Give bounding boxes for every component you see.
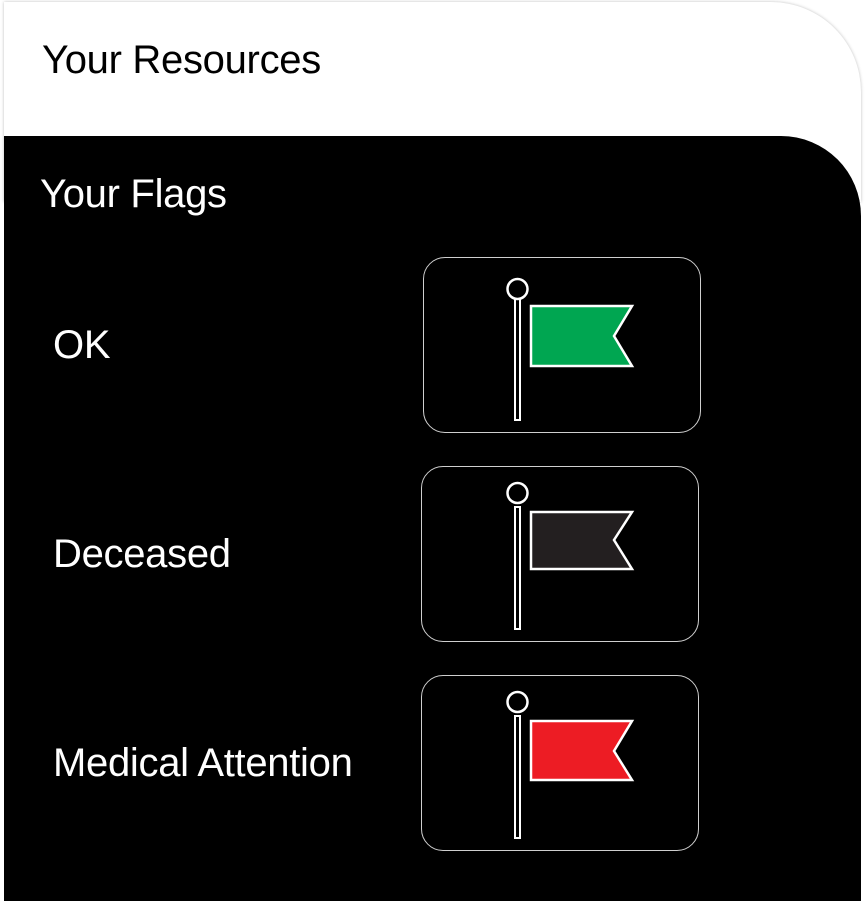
- flags-panel: Your Flags OK Deceased Medical Attention: [4, 136, 861, 901]
- flag-row-deceased: Deceased: [4, 466, 861, 644]
- flag-button-medical-attention[interactable]: [421, 675, 699, 851]
- app-screen: Your Resources Your Flags OK Deceased Me…: [0, 0, 865, 901]
- black-flag-icon: [506, 481, 635, 630]
- red-flag-icon: [506, 690, 635, 839]
- flag-label-deceased: Deceased: [53, 532, 231, 576]
- flag-button-ok[interactable]: [423, 257, 701, 433]
- page-title: Your Resources: [42, 38, 321, 82]
- flag-row-ok: OK: [4, 257, 861, 435]
- flag-label-ok: OK: [53, 323, 111, 367]
- flags-section-title: Your Flags: [40, 172, 227, 216]
- flag-label-medical-attention: Medical Attention: [53, 741, 353, 785]
- flag-row-medical-attention: Medical Attention: [4, 675, 861, 853]
- flag-button-deceased[interactable]: [421, 466, 699, 642]
- green-flag-icon: [506, 277, 635, 421]
